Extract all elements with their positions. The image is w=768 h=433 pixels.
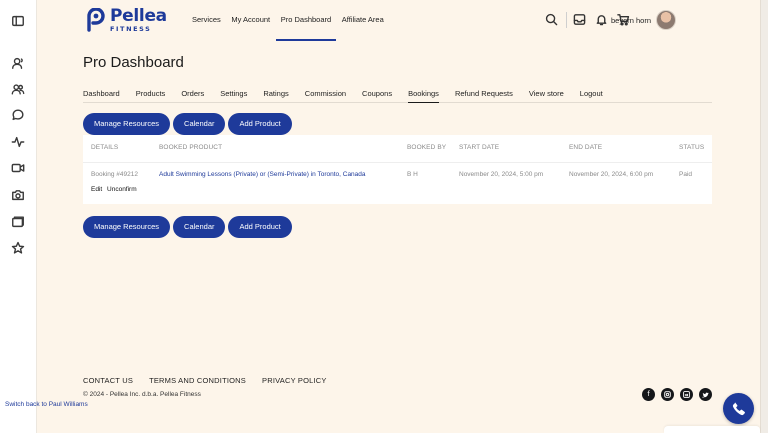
- search-icon[interactable]: [545, 13, 559, 27]
- footer-privacy[interactable]: PRIVACY POLICY: [262, 376, 327, 385]
- bookings-table: DETAILS BOOKED PRODUCT BOOKED BY START D…: [83, 135, 712, 204]
- edit-link[interactable]: Edit: [91, 186, 102, 193]
- booking-actions-bottom: Manage Resources Calendar Add Product: [83, 216, 295, 238]
- column-header-booked-product: BOOKED PRODUCT: [159, 144, 223, 151]
- avatar[interactable]: [656, 10, 676, 30]
- linkedin-icon[interactable]: [680, 388, 693, 401]
- booking-id: Booking #49212: [91, 171, 138, 178]
- brand-logo[interactable]: Pellea FITNESS: [85, 8, 167, 33]
- social-links: f: [642, 388, 718, 401]
- nav-affiliate-area[interactable]: Affiliate Area: [337, 0, 389, 41]
- chat-widget-peek[interactable]: [664, 426, 760, 433]
- column-header-details: DETAILS: [91, 144, 119, 151]
- tab-settings[interactable]: Settings: [220, 85, 247, 103]
- end-date: November 20, 2024, 6:00 pm: [569, 171, 654, 178]
- column-header-end-date: END DATE: [569, 144, 603, 151]
- nav-services[interactable]: Services: [187, 0, 226, 41]
- activity-icon[interactable]: [10, 134, 26, 150]
- add-product-button[interactable]: Add Product: [228, 113, 292, 135]
- switch-back-link[interactable]: Switch back to Paul Williams: [5, 401, 88, 408]
- facebook-icon[interactable]: f: [642, 388, 655, 401]
- column-header-status: STATUS: [679, 144, 705, 151]
- tab-products[interactable]: Products: [136, 85, 166, 103]
- pellea-logo-icon: [87, 8, 105, 32]
- booking-actions-top: Manage Resources Calendar Add Product: [83, 113, 295, 135]
- brand-name: Pellea: [110, 6, 167, 26]
- unconfirm-link[interactable]: Unconfirm: [107, 186, 137, 193]
- dashboard-tabs: Dashboard Products Orders Settings Ratin…: [83, 85, 712, 103]
- camera-icon[interactable]: [10, 187, 26, 203]
- page-title: Pro Dashboard: [83, 54, 184, 71]
- tab-bookings[interactable]: Bookings: [408, 85, 439, 103]
- top-bar: Pellea FITNESS Services My Account Pro D…: [37, 0, 760, 41]
- manage-resources-button[interactable]: Manage Resources: [83, 113, 171, 135]
- phone-icon: [732, 402, 745, 415]
- tab-ratings[interactable]: Ratings: [263, 85, 288, 103]
- calendar-button[interactable]: Calendar: [173, 113, 226, 135]
- footer-terms[interactable]: TERMS AND CONDITIONS: [149, 376, 246, 385]
- main-nav: Services My Account Pro Dashboard Affili…: [187, 0, 389, 41]
- add-product-button[interactable]: Add Product: [228, 216, 292, 238]
- tab-coupons[interactable]: Coupons: [362, 85, 392, 103]
- booked-product-link[interactable]: Adult Swimming Lessons (Private) or (Sem…: [159, 171, 366, 178]
- row-actions: Edit Unconfirm: [91, 186, 140, 193]
- panel-toggle-icon[interactable]: [10, 13, 26, 29]
- column-header-start-date: START DATE: [459, 144, 500, 151]
- inbox-icon[interactable]: [573, 13, 587, 27]
- tab-logout[interactable]: Logout: [580, 85, 603, 103]
- footer-links: CONTACT US TERMS AND CONDITIONS PRIVACY …: [83, 376, 343, 385]
- nav-pro-dashboard[interactable]: Pro Dashboard: [275, 0, 337, 41]
- brand-sub: FITNESS: [110, 25, 152, 33]
- users-icon[interactable]: [10, 81, 26, 97]
- header-divider: [566, 12, 567, 28]
- user-name[interactable]: beyorn horn: [611, 16, 651, 25]
- chat-bubble-icon[interactable]: [10, 107, 26, 123]
- footer-contact-us[interactable]: CONTACT US: [83, 376, 133, 385]
- twitter-icon[interactable]: [699, 388, 712, 401]
- booked-by: B H: [407, 171, 418, 178]
- tab-view-store[interactable]: View store: [529, 85, 564, 103]
- call-button[interactable]: [723, 393, 754, 424]
- bell-icon[interactable]: [595, 13, 609, 27]
- tab-orders[interactable]: Orders: [181, 85, 204, 103]
- table-divider: [83, 162, 712, 163]
- user-voice-icon[interactable]: [10, 55, 26, 71]
- video-icon[interactable]: [10, 160, 26, 176]
- status-badge: Paid: [679, 171, 693, 178]
- nav-my-account[interactable]: My Account: [226, 0, 275, 41]
- manage-resources-button[interactable]: Manage Resources: [83, 216, 171, 238]
- left-rail: [0, 0, 37, 433]
- tab-commission[interactable]: Commission: [305, 85, 346, 103]
- tab-refund-requests[interactable]: Refund Requests: [455, 85, 513, 103]
- scrollbar[interactable]: [760, 0, 768, 433]
- folder-icon[interactable]: [10, 214, 26, 230]
- calendar-button[interactable]: Calendar: [173, 216, 226, 238]
- instagram-icon[interactable]: [661, 388, 674, 401]
- tab-dashboard[interactable]: Dashboard: [83, 85, 120, 103]
- column-header-booked-by: BOOKED BY: [407, 144, 447, 151]
- copyright: © 2024 - Pellea Inc. d.b.a. Pellea Fitne…: [83, 391, 201, 398]
- star-icon[interactable]: [10, 240, 26, 256]
- start-date: November 20, 2024, 5:00 pm: [459, 171, 544, 178]
